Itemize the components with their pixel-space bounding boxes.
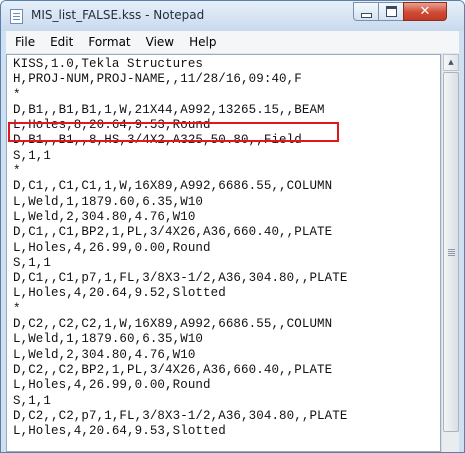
text-line: L,Holes,4,26.99,0.00,Round — [13, 240, 211, 255]
scroll-thumb[interactable] — [443, 72, 459, 432]
minimize-button[interactable] — [353, 2, 379, 21]
menu-help[interactable]: Help — [183, 35, 222, 49]
menu-view[interactable]: View — [140, 35, 180, 49]
text-line: H,PROJ-NUM,PROJ-NAME,,11/28/16,09:40,F — [13, 72, 302, 87]
highlight-box — [8, 122, 339, 142]
minimize-icon — [360, 12, 372, 18]
file-content: KISS,1.0,Tekla Structures H,PROJ-NUM,PRO… — [13, 57, 347, 439]
text-line: L,Holes,4,26.99,0.00,Round — [13, 378, 211, 393]
text-line: S,1,1 — [13, 393, 52, 408]
text-line: L,Weld,2,304.80,4.76,W10 — [13, 209, 196, 224]
menu-format[interactable]: Format — [82, 35, 136, 49]
menu-file[interactable]: File — [9, 35, 41, 49]
text-line: D,C2,,C2,BP2,1,PL,3/4X26,A36,660.40,,PLA… — [13, 362, 333, 377]
text-line: D,B1,,B1,B1,1,W,21X44,A992,13265.15,,BEA… — [13, 102, 325, 117]
text-line: D,C1,,C1,C1,1,W,16X89,A992,6686.55,,COLU… — [13, 179, 333, 194]
maximize-button[interactable] — [378, 2, 404, 21]
notepad-window: MIS_list_FALSE.kss - Notepad ✕ File Edit… — [0, 0, 465, 453]
text-line: L,Weld,2,304.80,4.76,W10 — [13, 347, 196, 362]
text-line: D,C1,,C1,p7,1,FL,3/8X3-1/2,A36,304.80,,P… — [13, 271, 348, 286]
menu-bar: File Edit Format View Help — [6, 31, 459, 54]
window-title: MIS_list_FALSE.kss - Notepad — [31, 8, 205, 22]
notepad-icon[interactable] — [10, 9, 23, 24]
scroll-up-arrow-icon[interactable]: ▲ — [443, 54, 459, 71]
text-line: S,1,1 — [13, 148, 52, 163]
title-bar[interactable]: MIS_list_FALSE.kss - Notepad ✕ — [1, 1, 464, 31]
text-line: * — [13, 87, 21, 102]
grip-icon — [448, 249, 455, 250]
text-line: KISS,1.0,Tekla Structures — [13, 57, 204, 71]
text-line: L,Holes,4,20.64,9.53,Slotted — [13, 424, 226, 439]
text-line: L,Weld,1,1879.60,6.35,W10 — [13, 332, 204, 347]
text-editor-area[interactable]: KISS,1.0,Tekla Structures H,PROJ-NUM,PRO… — [6, 54, 441, 452]
text-line: D,C1,,C1,BP2,1,PL,3/4X26,A36,660.40,,PLA… — [13, 225, 333, 240]
text-line: L,Holes,4,20.64,9.52,Slotted — [13, 286, 226, 301]
vertical-scrollbar[interactable]: ▲ — [441, 54, 459, 452]
text-line: * — [13, 164, 21, 179]
close-button[interactable]: ✕ — [403, 2, 447, 21]
text-line: S,1,1 — [13, 255, 52, 270]
text-line: D,C2,,C2,p7,1,FL,3/8X3-1/2,A36,304.80,,P… — [13, 408, 348, 423]
text-line: * — [13, 301, 21, 316]
menu-edit[interactable]: Edit — [44, 35, 79, 49]
text-line: L,Weld,1,1879.60,6.35,W10 — [13, 194, 204, 209]
text-line: D,C2,,C2,C2,1,W,16X89,A992,6686.55,,COLU… — [13, 317, 333, 332]
close-icon: ✕ — [419, 4, 431, 19]
maximize-icon — [385, 6, 397, 17]
